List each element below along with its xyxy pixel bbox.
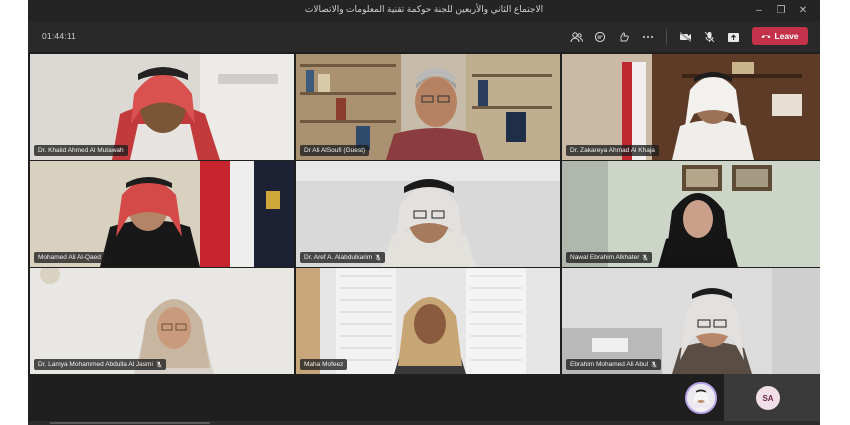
hang-up-icon — [761, 35, 771, 39]
mic-muted-icon — [651, 361, 657, 368]
self-view[interactable]: SA — [724, 374, 820, 425]
close-icon[interactable]: ✕ — [792, 3, 814, 19]
participant-tile[interactable]: Maha Mofeez — [296, 268, 560, 374]
taskbar-indicator — [50, 422, 210, 424]
participant-name: Dr. Zakareya Ahmad Al Khaja — [570, 147, 655, 154]
teams-meeting-window: الاجتماع الثاني والأربعين للجنة حوكمة تق… — [28, 0, 820, 425]
participant-name-tag: Mohamed Ali Al-Qaed — [34, 252, 105, 263]
mic-muted-icon — [375, 254, 381, 261]
minimize-icon[interactable]: – — [748, 3, 770, 19]
mic-muted-icon — [642, 254, 649, 261]
meeting-toolbar: 01:44:11 Leave — [28, 22, 820, 52]
participant-tile[interactable]: Nawal Ebrahim Alkhater — [562, 161, 820, 267]
participant-tile[interactable]: Dr. Aref A. Alabdulkarim — [296, 161, 560, 267]
participant-name-tag: Dr. Zakareya Ahmad Al Khaja — [566, 145, 659, 156]
meeting-timer: 01:44:11 — [42, 31, 77, 41]
self-avatar: SA — [756, 386, 780, 410]
participant-name-tag: Dr. Khalid Ahmed Al Mutawah — [34, 145, 128, 156]
participant-name-tag: Maha Mofeez — [300, 359, 348, 370]
more-icon[interactable] — [636, 27, 660, 47]
participant-name-tag: Nawal Ebrahim Alkhater — [566, 252, 653, 263]
window-title: الاجتماع الثاني والأربعين للجنة حوكمة تق… — [304, 4, 544, 14]
people-icon[interactable] — [564, 27, 588, 47]
participant-avatar[interactable] — [685, 382, 717, 414]
share-icon[interactable] — [721, 27, 745, 47]
participant-name: Dr. Khalid Ahmed Al Mutawah — [38, 147, 124, 154]
participant-name: Nawal Ebrahim Alkhater — [570, 254, 640, 261]
participant-name-tag: Ebrahim Mohamed Ali Abul — [566, 359, 662, 370]
chat-icon[interactable] — [588, 27, 612, 47]
window-controls: – ❐ ✕ — [748, 3, 814, 19]
participant-strip: SA — [28, 374, 820, 425]
participant-tile[interactable]: Dr. Lamya Mohammed Abdulla Al Jasmi — [30, 268, 294, 374]
participant-tile[interactable]: Dr. Khalid Ahmed Al Mutawah — [30, 54, 294, 160]
participant-name: Mohamed Ali Al-Qaed — [38, 254, 101, 261]
camera-off-icon[interactable] — [673, 27, 697, 47]
participant-name: Maha Mofeez — [304, 361, 344, 368]
leave-button[interactable]: Leave — [752, 27, 808, 45]
video-grid: Dr. Khalid Ahmed Al Mutawah Dr Ali AlSou… — [30, 54, 820, 374]
title-bar: الاجتماع الثاني والأربعين للجنة حوكمة تق… — [28, 0, 820, 22]
participant-name-tag: Dr. Aref A. Alabdulkarim — [300, 252, 386, 263]
meeting-controls — [564, 27, 745, 47]
leave-label: Leave — [774, 31, 799, 41]
mic-muted-icon — [156, 361, 162, 368]
participant-tile[interactable]: Mohamed Ali Al-Qaed — [30, 161, 294, 267]
participant-name: Dr. Lamya Mohammed Abdulla Al Jasmi — [38, 361, 153, 368]
participant-name-tag: Dr Ali AlSoufi (Guest) — [300, 145, 370, 156]
avatar-photo — [687, 384, 715, 412]
reactions-icon[interactable] — [612, 27, 636, 47]
participant-name: Ebrahim Mohamed Ali Abul — [570, 361, 649, 368]
participant-name: Dr. Aref A. Alabdulkarim — [304, 254, 373, 261]
participant-tile[interactable]: Ebrahim Mohamed Ali Abul — [562, 268, 820, 374]
participant-tile[interactable]: Dr Ali AlSoufi (Guest) — [296, 54, 560, 160]
participant-name-tag: Dr. Lamya Mohammed Abdulla Al Jasmi — [34, 359, 166, 370]
mic-off-icon[interactable] — [697, 27, 721, 47]
participant-tile[interactable]: Dr. Zakareya Ahmad Al Khaja — [562, 54, 820, 160]
participant-name: Dr Ali AlSoufi (Guest) — [304, 147, 366, 154]
toolbar-divider — [666, 29, 667, 45]
taskbar-strip — [28, 421, 820, 425]
restore-icon[interactable]: ❐ — [770, 3, 792, 19]
